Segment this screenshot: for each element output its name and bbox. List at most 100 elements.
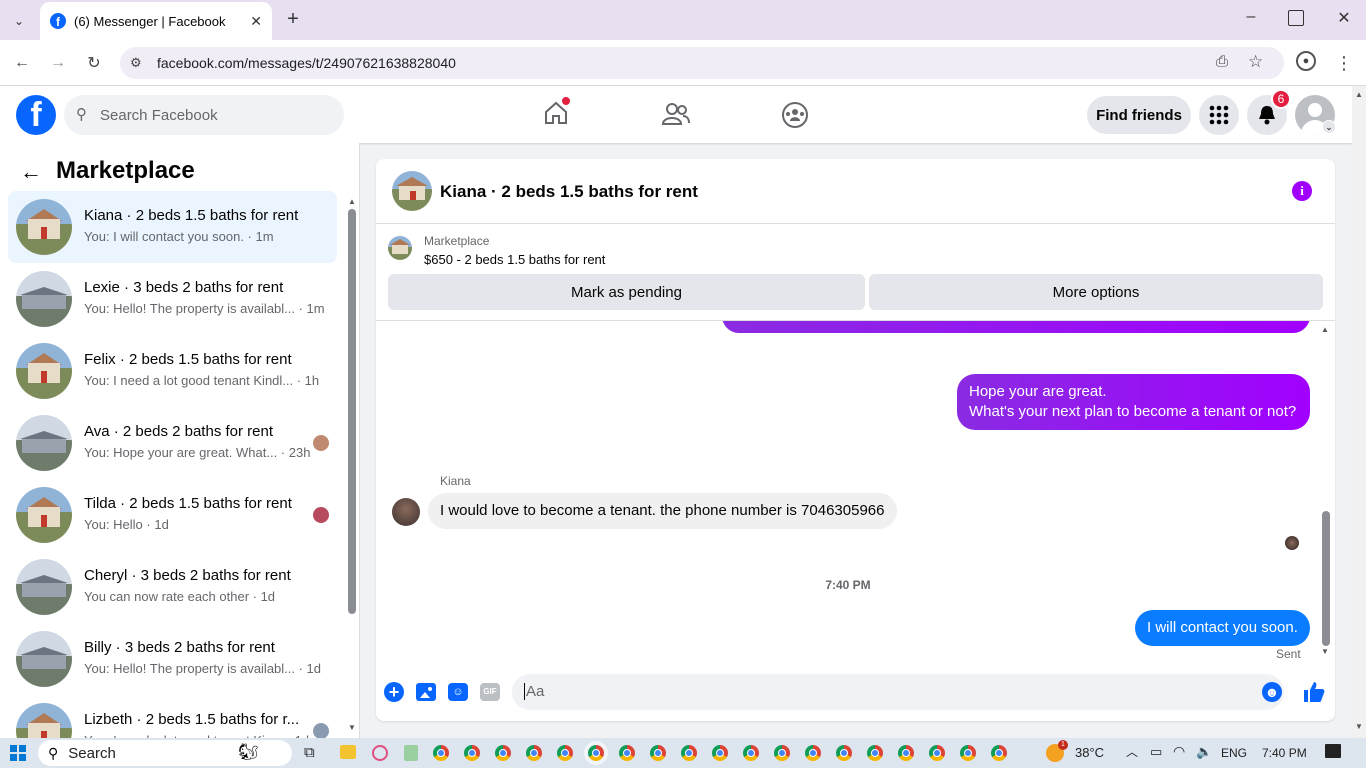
back-arrow-icon[interactable]: ← (20, 159, 42, 185)
clock[interactable]: 7:40 PM (1262, 746, 1307, 760)
page-scroll-up-icon[interactable]: ▲ (1355, 90, 1363, 99)
conversation-item[interactable]: Cheryl · 3 beds 2 baths for rent You can … (8, 551, 337, 623)
chrome-taskbar-icon[interactable] (464, 745, 480, 761)
chrome-taskbar-icon[interactable] (805, 745, 821, 761)
like-thumbs-up-icon[interactable] (1302, 680, 1326, 704)
chrome-taskbar-icon[interactable] (433, 745, 449, 761)
chrome-taskbar-icon[interactable] (929, 745, 945, 761)
menu-grid-icon[interactable] (1199, 95, 1239, 135)
taskbar-search-box[interactable]: ⚲ Search 🐿 (38, 740, 292, 766)
search-facebook-input[interactable]: ⚲ Search Facebook (64, 95, 344, 135)
message-bubble-cut-off[interactable] (722, 321, 1310, 333)
wifi-icon[interactable]: ◠ (1173, 743, 1185, 760)
tab-search-button[interactable]: ⌄ (8, 10, 30, 32)
chrome-taskbar-icon[interactable] (588, 745, 604, 761)
scroll-down-icon[interactable]: ▼ (348, 723, 356, 732)
mark-as-pending-button[interactable]: Mark as pending (388, 274, 865, 310)
chrome-taskbar-icon[interactable] (960, 745, 976, 761)
find-friends-button[interactable]: Find friends (1087, 96, 1191, 134)
groups-icon[interactable] (781, 101, 809, 129)
task-view-icon[interactable]: ⧉ (304, 744, 315, 761)
chrome-taskbar-icon[interactable] (619, 745, 635, 761)
conversation-item[interactable]: Lexie · 3 beds 2 baths for rent You: Hell… (8, 263, 337, 335)
restore-button[interactable] (1288, 10, 1304, 26)
chrome-taskbar-icon[interactable] (836, 745, 852, 761)
conversation-item[interactable]: Kiana · 2 beds 1.5 baths for rent You: I … (8, 191, 337, 263)
chrome-taskbar-icon[interactable] (867, 745, 883, 761)
close-window-button[interactable]: ✕ (1334, 8, 1354, 30)
listing-thumbnail[interactable] (388, 236, 412, 260)
file-explorer-icon[interactable] (340, 745, 356, 759)
conversation-info-icon[interactable]: i (1292, 181, 1312, 201)
language-indicator[interactable]: ENG (1221, 746, 1247, 760)
thread-scrollbar-thumb[interactable] (1322, 511, 1330, 646)
chrome-taskbar-icon[interactable] (681, 745, 697, 761)
emoji-icon[interactable]: ☻ (1262, 682, 1282, 702)
friends-icon[interactable] (661, 102, 690, 126)
facebook-logo-icon[interactable]: f (16, 95, 56, 135)
message-input[interactable]: Aa ☻ (512, 674, 1284, 710)
address-bar[interactable]: ⚙ facebook.com/messages/t/24907621638828… (120, 47, 1284, 79)
conversation-item[interactable]: Felix · 2 beds 1.5 baths for rent You: I … (8, 335, 337, 407)
listing-thumbnail (16, 199, 72, 255)
thread-scroll-down-icon[interactable]: ▼ (1321, 647, 1329, 656)
pinned-app-icon[interactable] (372, 745, 388, 761)
more-options-button[interactable]: More options (869, 274, 1323, 310)
sender-avatar[interactable] (392, 498, 420, 526)
outgoing-message-bubble[interactable]: Hope your are great. What's your next pl… (957, 374, 1310, 430)
battery-icon[interactable]: ▭ (1150, 744, 1162, 760)
chrome-taskbar-icon[interactable] (991, 745, 1007, 761)
gif-icon[interactable]: GIF (480, 683, 500, 701)
profile-icon[interactable]: ● (1296, 51, 1316, 71)
conversation-title: Lizbeth · 2 beds 1.5 baths for r... (84, 711, 300, 728)
show-hidden-icons-chevron-up-icon[interactable]: ︿ (1126, 743, 1138, 760)
chrome-taskbar-icon[interactable] (495, 745, 511, 761)
chrome-taskbar-icon[interactable] (557, 745, 573, 761)
install-app-icon[interactable]: ⎙ (1216, 53, 1228, 70)
bookmark-star-icon[interactable]: ☆ (1248, 52, 1263, 72)
scrollbar-thumb[interactable] (348, 209, 356, 614)
conversation-item[interactable]: Ava · 2 beds 2 baths for rent You: Hope y… (8, 407, 337, 479)
page-scrollbar[interactable]: ▲ ▼ (1352, 86, 1366, 738)
new-tab-button[interactable]: + (282, 8, 304, 32)
speaker-icon[interactable]: 🔈 (1196, 744, 1212, 760)
forward-icon[interactable]: → (46, 51, 70, 75)
close-tab-icon[interactable]: ✕ (250, 13, 262, 30)
thread-scrollbar[interactable]: ▲ ▼ (1321, 325, 1331, 657)
sticker-icon[interactable]: ☺ (448, 683, 468, 701)
windows-start-icon[interactable] (10, 745, 26, 761)
facebook-favicon-icon: f (50, 13, 66, 29)
notification-center-icon[interactable] (1325, 744, 1341, 758)
reload-icon[interactable]: ↻ (82, 51, 106, 75)
home-icon[interactable] (543, 97, 570, 126)
chrome-taskbar-icon[interactable] (712, 745, 728, 761)
attach-photo-icon[interactable] (416, 683, 436, 701)
chrome-taskbar-icon[interactable] (650, 745, 666, 761)
chat-listing-thumbnail[interactable] (392, 171, 432, 211)
notepad-icon[interactable] (404, 745, 418, 761)
weather-icon[interactable]: 1 (1046, 740, 1068, 762)
chrome-taskbar-icon[interactable] (526, 745, 542, 761)
notifications-bell-icon[interactable]: 6 (1247, 89, 1291, 135)
outgoing-message-bubble-latest[interactable]: I will contact you soon. (1135, 610, 1310, 646)
browser-tab[interactable]: f (6) Messenger | Facebook ✕ (40, 2, 272, 40)
browser-menu-icon[interactable]: ⋮ (1332, 51, 1356, 75)
add-more-plus-icon[interactable]: + (384, 682, 404, 702)
thread-scroll-up-icon[interactable]: ▲ (1321, 325, 1329, 334)
conversation-item[interactable]: Tilda · 2 beds 1.5 baths for rent You: He… (8, 479, 337, 551)
account-chevron-down-icon[interactable]: ⌄ (1322, 120, 1336, 134)
scroll-up-icon[interactable]: ▲ (348, 197, 356, 206)
page-scroll-down-icon[interactable]: ▼ (1355, 722, 1363, 731)
minimize-button[interactable]: – (1240, 8, 1262, 30)
listing-price-title[interactable]: $650 - 2 beds 1.5 baths for rent (424, 252, 605, 267)
chrome-taskbar-icon[interactable] (774, 745, 790, 761)
conversation-scrollbar[interactable]: ▲ ▼ (347, 197, 357, 737)
conversation-item[interactable]: Billy · 3 beds 2 baths for rent You: Hell… (8, 623, 337, 695)
incoming-message-bubble[interactable]: I would love to become a tenant. the pho… (428, 493, 897, 529)
back-icon[interactable]: ← (10, 51, 34, 75)
chrome-taskbar-icon[interactable] (898, 745, 914, 761)
chat-title[interactable]: Kiana · 2 beds 1.5 baths for rent (440, 182, 698, 202)
chrome-taskbar-icon[interactable] (743, 745, 759, 761)
conversation-item[interactable]: Lizbeth · 2 beds 1.5 baths for r...You: … (8, 695, 337, 738)
site-info-icon[interactable]: ⚙ (130, 55, 142, 71)
